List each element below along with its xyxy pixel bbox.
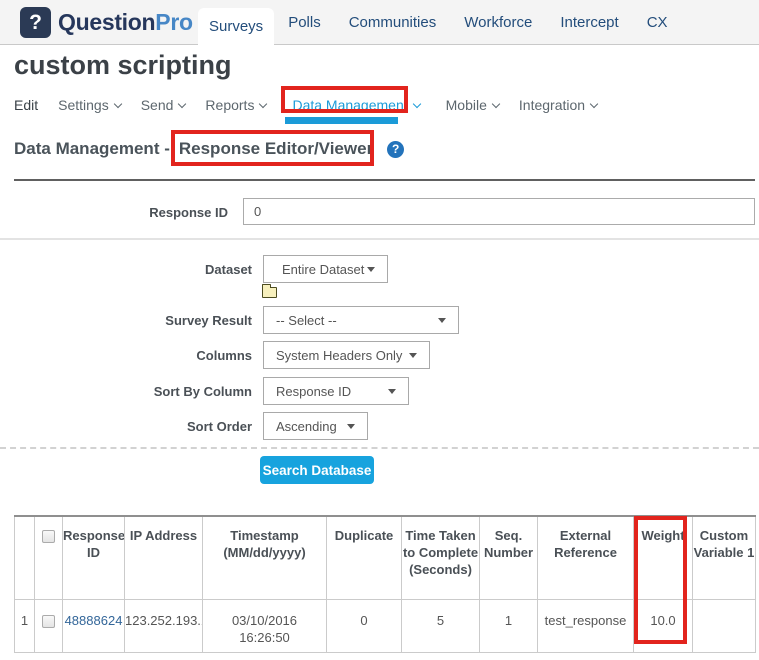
tab-polls[interactable]: Polls [274, 0, 335, 45]
header-seq-number: Seq. Number [480, 516, 538, 599]
active-nav-underline [285, 117, 398, 124]
section-title-prefix: Data Management - [14, 139, 170, 159]
chevron-down-icon [259, 100, 267, 108]
questionpro-logo[interactable]: ? QuestionPro [20, 7, 193, 38]
header-select-all [35, 516, 63, 599]
cell-custom-variable-1 [693, 599, 756, 652]
survey-result-selected-value: -- Select -- [276, 313, 337, 328]
columns-select[interactable]: System Headers Only [263, 341, 430, 369]
header-external-reference: External Reference [538, 516, 634, 599]
sort-order-select[interactable]: Ascending [263, 412, 368, 440]
timestamp-time: 16:26:50 [203, 629, 326, 646]
cell-response-id: 48888624 [63, 599, 125, 652]
tab-cx[interactable]: CX [633, 0, 682, 45]
response-id-link[interactable]: 48888624 [65, 613, 123, 628]
caret-down-icon [347, 424, 355, 429]
sort-order-selected-value: Ascending [276, 419, 337, 434]
tab-surveys[interactable]: Surveys [198, 8, 274, 46]
response-id-input[interactable] [243, 198, 755, 225]
subnav-item-settings[interactable]: Settings [58, 97, 121, 113]
folder-icon[interactable] [262, 287, 277, 298]
table-header-row: Response ID IP Address Timestamp (MM/dd/… [15, 516, 756, 599]
cell-duplicate: 0 [327, 599, 402, 652]
subnav-item-integration[interactable]: Integration [519, 97, 597, 113]
chevron-down-icon [412, 100, 420, 108]
subnav-item-label: Mobile [446, 97, 487, 113]
search-database-button[interactable]: Search Database [260, 456, 374, 484]
caret-down-icon [409, 353, 417, 358]
tab-workforce[interactable]: Workforce [450, 0, 546, 45]
brand-word-question: Question [58, 9, 155, 35]
results-table: Response ID IP Address Timestamp (MM/dd/… [14, 515, 756, 653]
subnav-item-send[interactable]: Send [141, 97, 186, 113]
section-divider [14, 179, 755, 181]
caret-down-icon [388, 389, 396, 394]
header-ip-address: IP Address [125, 516, 203, 599]
top-nav-bar: ? QuestionPro Surveys Polls Communities … [0, 0, 759, 45]
subnav-item-data-management[interactable]: Data Management [286, 97, 425, 113]
sort-by-column-selected-value: Response ID [276, 384, 351, 399]
section-header: Data Management - Response Editor/Viewer… [14, 139, 404, 159]
cell-time-taken: 5 [402, 599, 480, 652]
tab-intercept[interactable]: Intercept [546, 0, 632, 45]
product-tabs: Surveys Polls Communities Workforce Inte… [198, 0, 682, 45]
survey-result-label: Survey Result [0, 313, 252, 328]
table-row: 1 48888624 123.252.193.148 03/10/2016 16… [15, 599, 756, 652]
row-checkbox[interactable] [42, 615, 55, 628]
cell-ip-address: 123.252.193.148 [125, 599, 203, 652]
chevron-down-icon [178, 100, 186, 108]
timestamp-date: 03/10/2016 [203, 612, 326, 629]
tab-communities[interactable]: Communities [335, 0, 451, 45]
subnav-item-edit[interactable]: Edit [14, 97, 38, 113]
header-duplicate: Duplicate [327, 516, 402, 599]
header-response-id: Response ID [63, 516, 125, 599]
subnav-item-reports[interactable]: Reports [205, 97, 266, 113]
subnav-item-label: Integration [519, 97, 585, 113]
questionpro-logo-text: QuestionPro [58, 9, 193, 36]
caret-down-icon [438, 318, 446, 323]
cell-external-reference: test_response [538, 599, 634, 652]
chevron-down-icon [113, 100, 121, 108]
response-id-label: Response ID [0, 205, 228, 220]
caret-down-icon [367, 267, 375, 272]
subnav-item-label: Reports [205, 97, 254, 113]
cell-row-number: 1 [15, 599, 35, 652]
dataset-select[interactable]: Entire Dataset [263, 255, 388, 283]
sort-by-column-select[interactable]: Response ID [263, 377, 409, 405]
columns-selected-value: System Headers Only [276, 348, 402, 363]
section-title-highlight: Response Editor/Viewer [179, 139, 373, 159]
dataset-label: Dataset [0, 262, 252, 277]
chevron-down-icon [492, 100, 500, 108]
subnav-item-label: Data Management [292, 97, 407, 113]
cell-weight: 10.0 [634, 599, 693, 652]
header-row-number [15, 516, 35, 599]
survey-result-select[interactable]: -- Select -- [263, 306, 459, 334]
survey-sub-nav: Edit Settings Send Reports Data Manageme… [14, 97, 597, 113]
form-divider [0, 238, 759, 240]
select-all-checkbox[interactable] [42, 530, 55, 543]
cell-select [35, 599, 63, 652]
questionpro-logo-icon: ? [20, 7, 51, 38]
sort-by-column-label: Sort By Column [0, 384, 252, 399]
sort-order-label: Sort Order [0, 419, 252, 434]
cell-timestamp: 03/10/2016 16:26:50 [203, 599, 327, 652]
header-timestamp: Timestamp (MM/dd/yyyy) [203, 516, 327, 599]
help-icon[interactable]: ? [387, 141, 404, 158]
page-title: custom scripting [14, 50, 232, 81]
dashed-divider [0, 447, 759, 449]
brand-word-pro: Pro [155, 9, 192, 35]
header-custom-variable-1: Custom Variable 1 [693, 516, 756, 599]
dataset-selected-value: Entire Dataset [282, 262, 364, 277]
subnav-item-label: Send [141, 97, 174, 113]
header-weight: Weight [634, 516, 693, 599]
subnav-item-label: Settings [58, 97, 109, 113]
cell-seq-number: 1 [480, 599, 538, 652]
columns-label: Columns [0, 348, 252, 363]
header-time-taken: Time Taken to Complete (Seconds) [402, 516, 480, 599]
chevron-down-icon [590, 100, 598, 108]
subnav-item-mobile[interactable]: Mobile [446, 97, 499, 113]
